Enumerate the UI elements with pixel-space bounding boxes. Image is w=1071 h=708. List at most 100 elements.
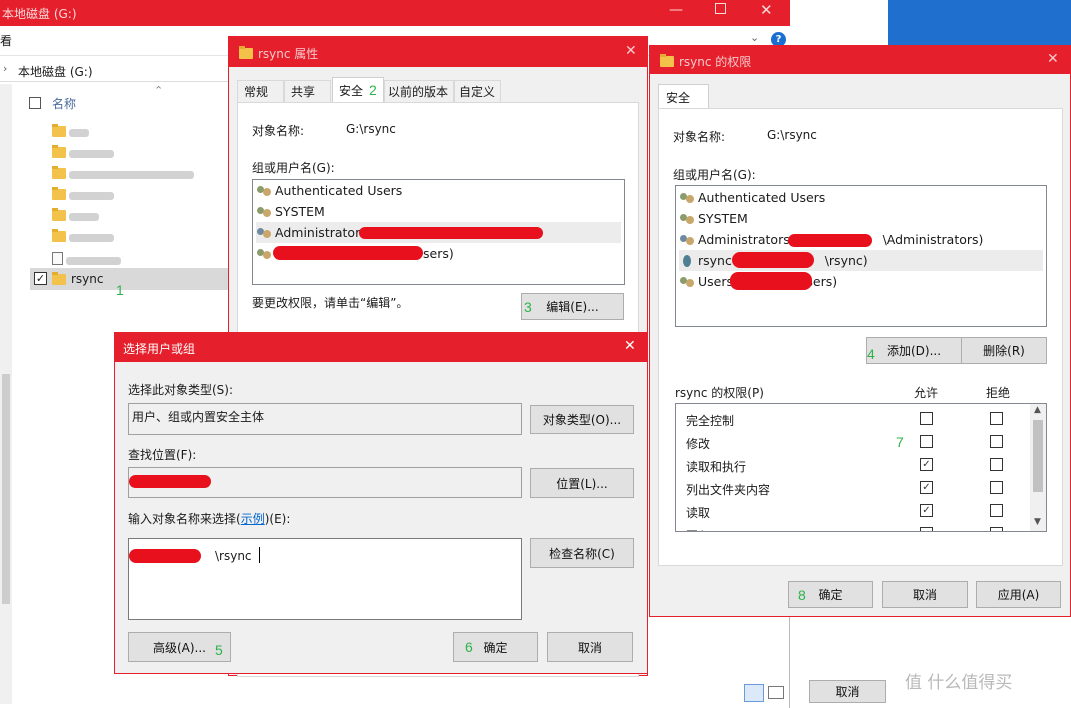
deny-checkbox[interactable]	[990, 481, 1003, 494]
user-name: sers)	[423, 246, 454, 261]
tab-security[interactable]: 安全	[658, 84, 709, 109]
maximize-icon[interactable]	[715, 3, 726, 14]
close-icon[interactable]: ✕	[625, 43, 637, 59]
permission-row: 写入	[676, 524, 1026, 531]
permissions-body: 对象名称: G:\rsync 组或用户名(G): Authenticated U…	[658, 108, 1063, 566]
locations-button[interactable]: 位置(L)...	[530, 468, 634, 498]
allow-checkbox-checked[interactable]: ✓	[920, 504, 933, 517]
select-users-title: 选择用户或组	[123, 342, 196, 356]
close-icon[interactable]: ✕	[1047, 51, 1059, 67]
object-names-value: \rsync	[215, 549, 252, 563]
user-name: Administrators (	[698, 232, 799, 247]
explorer-titlebar: 本地磁盘 (G:) — ✕	[0, 0, 790, 26]
user-row[interactable]: SYSTEM	[679, 208, 1043, 229]
tab-general[interactable]: 常规	[237, 80, 284, 102]
deny-checkbox[interactable]	[990, 458, 1003, 471]
user-suffix: \Administrators)	[882, 232, 984, 247]
close-icon[interactable]: ✕	[760, 1, 773, 19]
enter-label-a: 输入对象名称来选择(	[128, 512, 241, 526]
cancel-button[interactable]: 取消	[547, 632, 633, 662]
list-item[interactable]	[52, 229, 222, 249]
select-all-checkbox[interactable]	[29, 97, 41, 109]
allow-checkbox[interactable]	[920, 527, 933, 531]
address-bar[interactable]: › 本地磁盘 (G:)	[0, 58, 228, 82]
object-name-value: G:\rsync	[346, 122, 396, 136]
allow-checkbox-checked[interactable]: ✓	[920, 458, 933, 471]
redaction-mark	[129, 549, 201, 563]
desktop-background	[888, 0, 1071, 45]
allow-checkbox-checked[interactable]: ✓	[920, 481, 933, 494]
permissions-listbox: 完全控制 修改 7 读取和执行 ✓ 列出文件夹内容 ✓ 读取 ✓ ▲ ▼	[675, 403, 1047, 532]
permission-name: 修改	[686, 437, 711, 451]
user-name: SYSTEM	[698, 211, 748, 226]
properties-titlebar: rsync 属性 ✕	[229, 37, 647, 67]
list-item[interactable]	[52, 208, 222, 228]
scroll-down-icon[interactable]: ▼	[1034, 517, 1041, 527]
object-type-field: 用户、组或内置安全主体	[128, 403, 522, 435]
deny-checkbox[interactable]	[990, 435, 1003, 448]
users-group-icon	[679, 212, 695, 226]
list-item[interactable]	[52, 124, 222, 144]
edit-button[interactable]: 3 编辑(E)...	[521, 293, 624, 320]
ok-button[interactable]: 6 确定	[453, 632, 538, 662]
deny-checkbox[interactable]	[990, 527, 1003, 531]
object-types-button[interactable]: 对象类型(O)...	[530, 405, 634, 434]
add-button[interactable]: 4 添加(D)...	[866, 337, 962, 364]
view-details-icon[interactable]	[744, 684, 764, 702]
deny-column-header: 拒绝	[986, 386, 1011, 400]
list-item[interactable]	[52, 166, 222, 186]
user-row[interactable]: SYSTEM	[256, 201, 621, 222]
tab-sharing[interactable]: 共享	[284, 80, 331, 102]
users-listbox[interactable]: Authenticated Users SYSTEM Administrator…	[675, 185, 1047, 327]
ok-button[interactable]: 8 确定	[788, 581, 873, 608]
select-users-dialog: 选择用户或组 ✕ 选择此对象类型(S): 用户、组或内置安全主体 对象类型(O)…	[114, 332, 648, 674]
object-names-textarea[interactable]: \rsync	[128, 538, 522, 620]
group-label: 组或用户名(G):	[673, 168, 756, 182]
item-checkbox[interactable]: ✓	[34, 272, 47, 285]
tab-custom[interactable]: 自定义	[454, 80, 501, 102]
permissions-scrollbar[interactable]: ▲ ▼	[1030, 404, 1046, 531]
scroll-up-icon[interactable]: ▲	[1034, 405, 1041, 415]
ok-button-label: 确定	[818, 588, 843, 602]
allow-checkbox[interactable]	[920, 435, 933, 448]
cancel-button[interactable]: 取消	[882, 581, 968, 608]
permission-row: 读取和执行 ✓	[676, 455, 1026, 475]
user-name: Authenticated Users	[275, 183, 403, 198]
deny-checkbox[interactable]	[990, 504, 1003, 517]
apply-button[interactable]: 应用(A)	[976, 581, 1061, 608]
tab-previous-versions[interactable]: 以前的版本	[384, 80, 454, 102]
list-item[interactable]	[52, 187, 222, 207]
tab-security[interactable]: 安全 2	[332, 77, 384, 102]
user-row[interactable]: Authenticated Users	[256, 180, 621, 201]
properties-title: rsync 属性	[258, 47, 319, 61]
list-item-rsync[interactable]: ✓ rsync 1	[30, 268, 228, 298]
list-item[interactable]	[52, 145, 222, 165]
enter-label-b: )(E):	[264, 512, 291, 526]
deny-checkbox[interactable]	[990, 412, 1003, 425]
select-users-titlebar: 选择用户或组 ✕	[115, 333, 647, 362]
redaction-mark	[273, 246, 423, 260]
permissions-label: rsync 的权限(P)	[675, 386, 764, 400]
folder-icon	[660, 54, 674, 67]
user-row[interactable]: Authenticated Users	[679, 187, 1043, 208]
minimize-icon[interactable]: —	[669, 2, 683, 18]
nav-scrollbar[interactable]	[0, 84, 12, 704]
close-icon[interactable]: ✕	[624, 338, 636, 354]
redaction-mark	[788, 234, 872, 247]
chevron-down-icon[interactable]: ⌄	[750, 31, 759, 44]
view-tiles-icon[interactable]	[768, 686, 784, 699]
check-names-button[interactable]: 检查名称(C)	[530, 538, 634, 568]
background-cancel-button[interactable]: 取消	[809, 680, 886, 703]
users-listbox[interactable]: Authenticated Users SYSTEM Administrator…	[252, 179, 625, 285]
column-name-header[interactable]: 名称	[52, 95, 76, 112]
users-group-icon	[256, 205, 272, 219]
user-suffix: \rsync)	[824, 253, 868, 268]
examples-link[interactable]: 示例	[241, 512, 265, 526]
remove-button[interactable]: 删除(R)	[961, 337, 1047, 364]
advanced-button[interactable]: 高级(A)... 5	[128, 632, 231, 662]
ribbon-view-tab[interactable]: 看	[0, 32, 12, 49]
user-name: SYSTEM	[275, 204, 325, 219]
allow-checkbox[interactable]	[920, 412, 933, 425]
enter-names-label: 输入对象名称来选择(示例)(E):	[128, 510, 290, 527]
step-5: 5	[215, 642, 223, 658]
